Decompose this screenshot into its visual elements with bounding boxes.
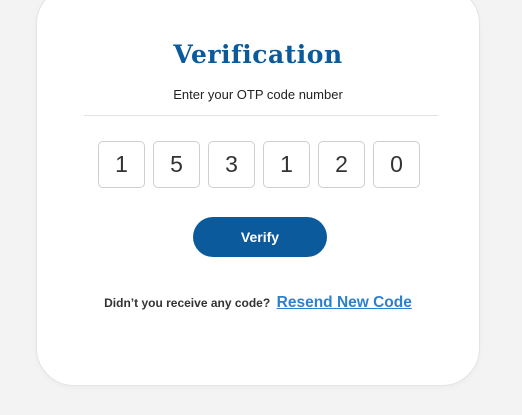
otp-digit-input-6[interactable]: 0 [373,141,420,188]
otp-digit-input-1[interactable]: 1 [98,141,145,188]
page-background: Verification Enter your OTP code number … [0,0,522,415]
verification-card: Verification Enter your OTP code number … [36,0,480,386]
otp-digit-input-4[interactable]: 1 [263,141,310,188]
otp-digit-input-5[interactable]: 2 [318,141,365,188]
otp-input-group: 1 5 3 1 2 0 [98,141,420,188]
resend-prompt: Didn’t you receive any code? [104,296,271,310]
page-title: Verification [173,40,343,69]
resend-section: Didn’t you receive any code? Resend New … [37,294,479,312]
verify-button[interactable]: Verify [193,217,327,257]
otp-digit-input-3[interactable]: 3 [208,141,255,188]
otp-instructions: Enter your OTP code number [173,87,343,102]
resend-code-link[interactable]: Resend New Code [277,294,412,311]
divider [84,115,438,116]
otp-digit-input-2[interactable]: 5 [153,141,200,188]
